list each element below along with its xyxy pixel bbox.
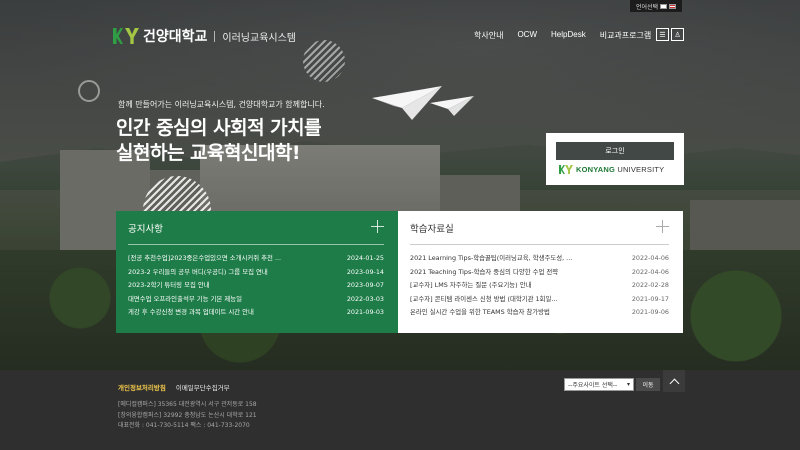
- item-title[interactable]: 2023-2 우리들의 공부 버디(우공디) 그룹 모집 연내: [128, 266, 268, 280]
- item-title[interactable]: [교수자] LMS 자주하는 질문 (주요기능) 안내: [410, 279, 531, 293]
- item-date: 2023-09-07: [346, 281, 384, 289]
- privacy-policy-link[interactable]: 개인정보처리방침: [118, 382, 166, 392]
- footer-address: [메디컬캠퍼스] 35365 대전광역시 서구 관저동로 158 [창의융합캠퍼…: [118, 400, 257, 432]
- site-header: 언어선택 건양대학교 이러닝교육시스템 학사안내 OCW HelpDesk 비교…: [0, 0, 800, 68]
- logo[interactable]: 건양대학교 이러닝교육시스템: [113, 26, 296, 46]
- address-medical: [메디컬캠퍼스] 35365 대전광역시 서구 관저동로 158: [118, 401, 257, 408]
- chevron-down-icon: ▾: [626, 381, 630, 388]
- list-item[interactable]: 온라인 실시간 수업을 위한 TEAMS 학습자 참가방법 2021-09-06: [410, 306, 669, 320]
- site-footer: 개인정보처리방침 이메일무단수집거부 [메디컬캠퍼스] 35365 대전광역시 …: [0, 370, 800, 450]
- notice-more-plus-icon[interactable]: [371, 220, 384, 233]
- item-title[interactable]: [교수자] 콘티템 라이센스 신청 방법 (대학기관 1회일...: [410, 293, 557, 307]
- item-title[interactable]: 대면수업 오프라인출석부 기능 기본 제능일: [128, 293, 242, 307]
- language-label: 언어선택: [635, 3, 659, 11]
- go-button[interactable]: 이동: [636, 378, 660, 391]
- hero-title-line2: 실현하는 교육혁신대학!: [116, 142, 301, 164]
- address-creative: [창의융합캠퍼스] 32992 충청남도 논산시 대학로 121: [118, 411, 257, 419]
- contact-phone: 대표전화 : 041-730-5114 팩스 : 041-733-2070: [118, 422, 250, 429]
- item-date: 2022-04-06: [631, 254, 669, 262]
- logo-subtitle: 이러닝교육시스템: [222, 32, 297, 44]
- paper-plane-icon: [430, 96, 474, 116]
- item-date: 2022-03-03: [346, 294, 384, 303]
- header-icons: ☰ ♙: [656, 28, 684, 41]
- item-date: 2023-09-14: [346, 267, 384, 276]
- nav-item-ocw[interactable]: OCW: [517, 30, 537, 41]
- list-item[interactable]: 게강 후 수강신청 변경 과목 업데이트 시간 안내 2021-09-03: [128, 306, 384, 320]
- main-nav: 학사안내 OCW HelpDesk 비교과프로그램: [474, 30, 665, 41]
- study-more-plus-icon[interactable]: [656, 220, 669, 233]
- ring-decoration: [78, 80, 100, 102]
- item-title[interactable]: 2023-2학기 튜터링 모집 안내: [128, 279, 210, 293]
- language-selector[interactable]: 언어선택: [630, 0, 682, 12]
- list-item[interactable]: [교수자] 콘티템 라이센스 신청 방법 (대학기관 1회일... 2021-09…: [410, 293, 669, 307]
- study-materials-board: 학습자료실 2021 Learning Tips-학습꿀팁(이러닝교육, 학생주…: [398, 211, 683, 333]
- login-card: 로그인 KONYANG UNIVERSITY: [546, 133, 684, 185]
- item-title[interactable]: 2021 Learning Tips-학습꿀팁(이러닝교육, 학생주도성, ..…: [410, 252, 572, 266]
- site-select[interactable]: --주요사이트 선택-- ▾: [564, 378, 634, 391]
- list-item[interactable]: 2021 Learning Tips-학습꿀팁(이러닝교육, 학생주도성, ..…: [410, 252, 669, 266]
- notice-board: 공지사항 [전공 추천수업]2023중은수업있으면 소개시커쥐 추천 ... 20…: [116, 211, 398, 333]
- footer-links: 개인정보처리방침 이메일무단수집거부: [118, 382, 230, 392]
- notice-title[interactable]: 공지사항: [128, 221, 163, 235]
- item-title[interactable]: 2021 Teaching Tips-학습자 중심의 다양한 수업 전략: [410, 266, 558, 280]
- nav-item-helpdesk[interactable]: HelpDesk: [551, 30, 586, 41]
- logo-name: 건양대학교: [143, 28, 208, 44]
- study-title[interactable]: 학습자료실: [410, 221, 454, 235]
- list-item[interactable]: 2021 Teaching Tips-학습자 중심의 다양한 수업 전략 2022…: [410, 266, 669, 280]
- korea-flag-icon[interactable]: [660, 3, 668, 9]
- list-item[interactable]: 대면수업 오프라인출석부 기능 기본 제능일 2022-03-03: [128, 293, 384, 307]
- study-list: 2021 Learning Tips-학습꿀팁(이러닝교육, 학생주도성, ..…: [410, 252, 669, 320]
- brand-prefix: KONYANG: [576, 165, 616, 174]
- nav-item-extracurricular[interactable]: 비교과프로그램: [600, 30, 652, 41]
- hero-title-line1: 인간 중심의 사회적 가치를: [116, 117, 322, 139]
- divider: [410, 244, 669, 245]
- us-flag-icon[interactable]: [669, 3, 677, 9]
- arrow-up-icon: [669, 378, 679, 388]
- notice-list: [전공 추천수업]2023중은수업있으면 소개시커쥐 추천 ... 2024-01…: [128, 252, 384, 320]
- user-icon[interactable]: ♙: [671, 28, 684, 41]
- konyang-logo-icon: [113, 28, 139, 44]
- divider: [128, 244, 384, 245]
- login-button[interactable]: 로그인: [556, 142, 674, 160]
- konyang-logo-icon: [559, 165, 573, 174]
- item-date: 2021-09-17: [631, 294, 669, 303]
- item-date: 2024-01-25: [346, 254, 384, 262]
- email-refusal-link[interactable]: 이메일무단수집거부: [176, 382, 230, 392]
- item-title[interactable]: 게강 후 수강신청 변경 과목 업데이트 시간 안내: [128, 306, 254, 320]
- list-item[interactable]: [교수자] LMS 자주하는 질문 (주요기능) 안내 2022-02-28: [410, 279, 669, 293]
- list-item[interactable]: 2023-2 우리들의 공부 버디(우공디) 그룹 모집 연내 2023-09-1…: [128, 266, 384, 280]
- list-item[interactable]: 2023-2학기 튜터링 모집 안내 2023-09-07: [128, 279, 384, 293]
- item-title[interactable]: 온라인 실시간 수업을 위한 TEAMS 학습자 참가방법: [410, 306, 550, 320]
- logo-divider: [214, 30, 216, 42]
- site-select-value: --주요사이트 선택--: [568, 382, 618, 389]
- item-date: 2021-09-06: [631, 308, 669, 316]
- item-date: 2021-09-03: [346, 308, 384, 316]
- konyang-university-logo: KONYANG UNIVERSITY: [559, 165, 664, 174]
- item-date: 2022-02-28: [631, 281, 669, 289]
- item-date: 2022-04-06: [631, 267, 669, 276]
- hero-title: 인간 중심의 사회적 가치를 실현하는 교육혁신대학!: [116, 116, 322, 166]
- item-title[interactable]: [전공 추천수업]2023중은수업있으면 소개시커쥐 추천 ...: [128, 252, 281, 266]
- scroll-top-button[interactable]: [663, 370, 685, 392]
- nav-item-academic[interactable]: 학사안내: [474, 30, 503, 41]
- list-item[interactable]: [전공 추천수업]2023중은수업있으면 소개시커쥐 추천 ... 2024-01…: [128, 252, 384, 266]
- hamburger-icon[interactable]: ☰: [656, 28, 669, 41]
- hero-subtitle: 함께 만들어가는 이러닝교육시스템, 건양대학교가 함께합니다.: [118, 100, 325, 109]
- brand-suffix: UNIVERSITY: [617, 165, 665, 174]
